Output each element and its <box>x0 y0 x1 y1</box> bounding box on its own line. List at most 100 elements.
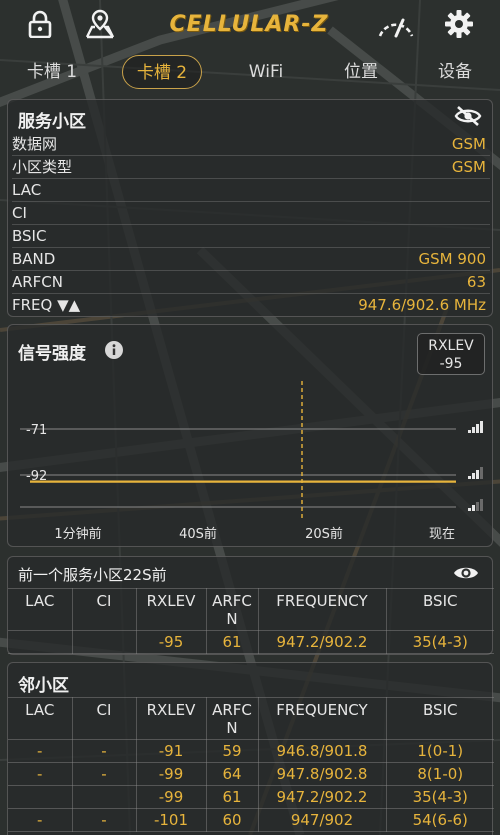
arfcn-header-part: ARFC <box>212 592 252 610</box>
signal-strength-panel: 信号强度 RXLEV -95 -71 -92 1分钟前 40S前 20S前 现在 <box>7 324 493 547</box>
signal-bar <box>468 508 471 511</box>
neighbor-header-cell: BSIC <box>385 697 494 740</box>
serving-cell-key: ARFCN <box>12 273 64 291</box>
signal-bar <box>476 424 479 433</box>
serving-cell-row: ARFCN 63 <box>12 271 490 294</box>
serving-cell-row: FREQ ▼▲ 947.6/902.6 MHz <box>12 294 490 317</box>
tab-slot-1[interactable]: 卡槽 1 <box>20 55 84 89</box>
previous-cell-header-cell: LAC <box>8 588 73 631</box>
signal-bars-icon <box>468 421 483 433</box>
previous-cell-header-cell: FREQUENCY <box>257 588 387 631</box>
neighbor-header-cell: LAC <box>8 697 73 740</box>
serving-cell-key[interactable]: FREQ ▼▲ <box>12 294 80 316</box>
table-row: -95 61 947.2/902.2 35(4-3) <box>8 630 494 654</box>
neighbor-cell: -99 <box>135 762 207 786</box>
table-row: - - -91 59 946.8/901.8 1(0-1) <box>8 739 494 763</box>
previous-cell-cell: 35(4-3) <box>385 630 494 654</box>
serving-cell-value: GSM 900 <box>418 250 487 268</box>
tab-device[interactable]: 设备 <box>430 55 480 89</box>
table-row: - - -101 60 947/902 54(6-6) <box>8 808 494 832</box>
previous-cell-cell <box>8 630 73 654</box>
neighbor-header-row: LAC CI RXLEV ARFC N FREQUENCY BSIC <box>8 697 494 740</box>
neighbor-cell: -101 <box>135 808 207 832</box>
neighbor-cell <box>71 785 137 809</box>
serving-cell-value: GSM <box>451 135 486 153</box>
serving-cell-key: LAC <box>12 181 42 199</box>
x-tick-label: 40S前 <box>179 526 217 542</box>
map-pin-icon[interactable] <box>84 8 116 40</box>
previous-cell-table: LAC CI RXLEV ARFC N FREQUENCY BSIC -95 61 947.2/9… <box>8 588 494 654</box>
neighbor-cells-table: LAC CI RXLEV ARFC N FREQUENCY BSIC - - -91 59 946.8… <box>8 697 494 832</box>
neighbor-header-cell: RXLEV <box>135 697 207 740</box>
eye-off-icon[interactable] <box>454 105 482 131</box>
x-tick-label: 20S前 <box>305 526 343 542</box>
previous-cell-header-cell: ARFC N <box>205 588 259 631</box>
neighbor-cell: 54(6-6) <box>385 808 494 832</box>
gear-icon[interactable] <box>443 8 475 40</box>
serving-cell-key: 小区类型 <box>12 158 73 176</box>
neighbor-cell: 1(0-1) <box>385 739 494 763</box>
app-logo: CELLULAR-Z <box>169 11 329 37</box>
signal-bar <box>480 499 483 511</box>
neighbor-cell: - <box>8 808 73 832</box>
slot-tabs: 卡槽 1 卡槽 2 WiFi 位置 设备 <box>0 55 500 91</box>
neighbor-cell: - <box>71 739 137 763</box>
table-row: - - -99 64 947.8/902.8 8(1-0) <box>8 762 494 786</box>
arfcn-header-part: N <box>226 719 238 737</box>
app-root: CELLULAR-Z 卡槽 1 卡槽 2 WiFi 位置 设备 服务小区 数据网… <box>0 0 500 835</box>
signal-bar <box>472 505 475 511</box>
neighbor-cell: - <box>71 808 137 832</box>
neighbor-cell: -99 <box>135 785 207 809</box>
tab-slot-2[interactable]: 卡槽 2 <box>122 55 202 89</box>
neighbor-cells-panel: 邻小区 LAC CI RXLEV ARFC N FREQUENCY BSIC - - -91 59 9… <box>7 662 494 835</box>
serving-cell-value: 947.6/902.6 MHz <box>358 296 486 314</box>
serving-cell-key: 数据网 <box>12 135 58 153</box>
signal-bar <box>476 470 479 479</box>
signal-bars-icon <box>468 499 483 511</box>
neighbor-header-cell: FREQUENCY <box>257 697 387 740</box>
table-row: -99 61 947.2/902.2 35(4-3) <box>8 785 494 809</box>
previous-cell-header-cell: BSIC <box>385 588 494 631</box>
neighbor-cell: 59 <box>205 739 259 763</box>
neighbor-cell: -91 <box>135 739 207 763</box>
neighbor-cell: 64 <box>205 762 259 786</box>
neighbor-header-cell: ARFC N <box>205 697 259 740</box>
top-bar: CELLULAR-Z <box>0 0 500 50</box>
serving-cell-title: 服务小区 <box>18 112 86 132</box>
x-tick-label: 现在 <box>429 527 455 542</box>
previous-cell-header-cell: RXLEV <box>135 588 207 631</box>
previous-cell-cell: -95 <box>135 630 207 654</box>
neighbor-cell: 60 <box>205 808 259 832</box>
speedometer-icon[interactable] <box>376 8 416 40</box>
signal-bar <box>480 467 483 479</box>
arfcn-header-part: N <box>226 610 238 628</box>
neighbor-header-cell: CI <box>71 697 137 740</box>
serving-cell-row: LAC <box>12 179 490 202</box>
neighbor-cell: 61 <box>205 785 259 809</box>
serving-cell-row: 数据网 GSM <box>12 133 490 156</box>
signal-bar <box>468 476 471 479</box>
serving-cell-row: CI <box>12 202 490 225</box>
previous-cell-header-row: LAC CI RXLEV ARFC N FREQUENCY BSIC <box>8 588 494 631</box>
lock-icon[interactable] <box>24 8 56 40</box>
signal-bars-icon <box>468 467 483 479</box>
neighbor-cell: - <box>71 762 137 786</box>
serving-cell-key: BAND <box>12 250 56 268</box>
neighbor-cell: 947.8/902.8 <box>257 762 387 786</box>
serving-cell-row: 小区类型 GSM <box>12 156 490 179</box>
y-tick-label: -71 <box>26 423 47 438</box>
eye-icon[interactable] <box>452 563 480 587</box>
neighbor-cell <box>8 785 73 809</box>
previous-cell-cell: 61 <box>205 630 259 654</box>
neighbor-cell: - <box>8 739 73 763</box>
tab-location[interactable]: 位置 <box>336 55 386 89</box>
previous-cell-cell <box>71 630 137 654</box>
signal-bar <box>476 502 479 511</box>
neighbor-cell: 35(4-3) <box>385 785 494 809</box>
neighbor-cells-title: 邻小区 <box>18 676 69 696</box>
signal-bar <box>472 473 475 479</box>
serving-cell-key: CI <box>12 204 27 222</box>
neighbor-cell: 946.8/901.8 <box>257 739 387 763</box>
tab-wifi[interactable]: WiFi <box>240 55 292 89</box>
neighbor-cell: 947/902 <box>257 808 387 832</box>
